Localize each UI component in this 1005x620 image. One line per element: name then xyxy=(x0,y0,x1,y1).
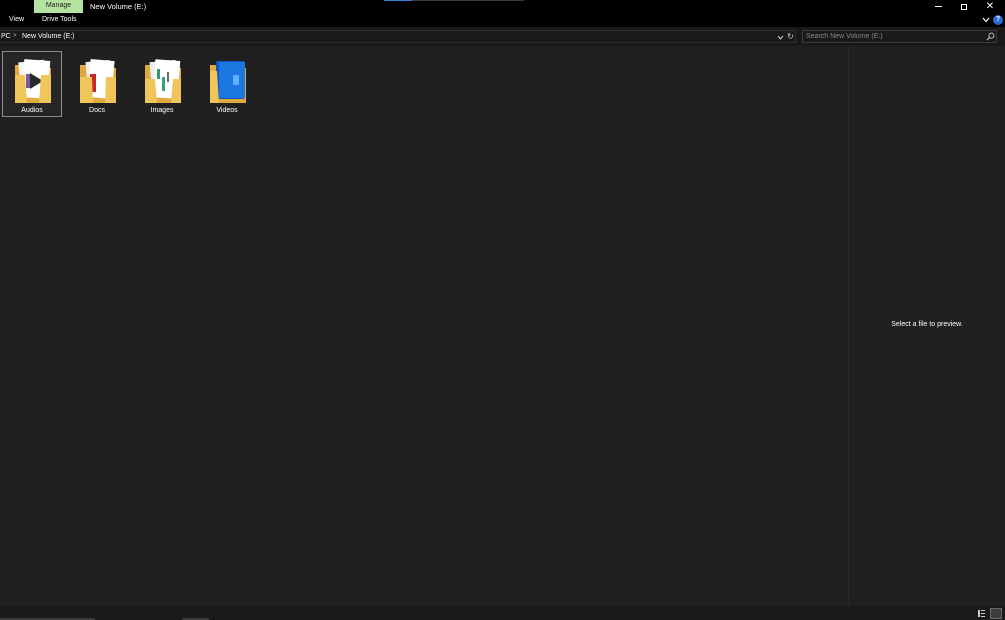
large-icons-view-icon[interactable] xyxy=(990,608,1002,619)
file-list-area[interactable]: Audios Docs Images Videos xyxy=(0,46,848,606)
help-icon[interactable]: ? xyxy=(993,15,1003,25)
folder-videos[interactable]: Videos xyxy=(197,51,257,117)
folder-images-icon xyxy=(145,59,181,103)
title-bar: Manage New Volume (E:) ✕ xyxy=(0,0,1005,13)
breadcrumb-separator-icon[interactable]: > xyxy=(13,31,17,42)
maximize-button[interactable] xyxy=(951,0,977,13)
folder-audios[interactable]: Audios xyxy=(2,51,62,117)
folder-label: Audios xyxy=(21,107,43,114)
chevron-down-icon xyxy=(982,17,989,23)
folder-label: Images xyxy=(150,107,174,114)
folder-label: Docs xyxy=(89,107,105,114)
minimize-icon xyxy=(934,6,942,7)
navigation-row: PC > New Volume (E:) ↻ xyxy=(0,27,1005,46)
search-box[interactable] xyxy=(802,30,997,43)
folder-docs[interactable]: Docs xyxy=(67,51,127,117)
window-title: New Volume (E:) xyxy=(90,2,147,11)
folder-audio-icon xyxy=(15,59,51,103)
folder-videos-icon xyxy=(210,61,246,103)
close-button[interactable]: ✕ xyxy=(977,0,1003,13)
preview-pane: Select a file to preview. xyxy=(849,46,1005,606)
breadcrumb-pc[interactable]: PC xyxy=(1,31,11,42)
maximize-icon xyxy=(961,3,967,10)
search-icon[interactable] xyxy=(986,32,995,41)
minimize-button[interactable] xyxy=(925,0,951,13)
manage-tab[interactable]: Manage xyxy=(34,0,83,13)
folder-label: Videos xyxy=(216,107,238,114)
status-bar xyxy=(0,606,1005,620)
address-bar[interactable]: PC > New Volume (E:) ↻ xyxy=(0,30,796,43)
details-view-icon[interactable] xyxy=(977,609,986,618)
breadcrumb-volume[interactable]: New Volume (E:) xyxy=(22,31,75,42)
preview-message: Select a file to preview. xyxy=(891,321,963,328)
search-input[interactable] xyxy=(806,31,981,42)
folder-images[interactable]: Images xyxy=(132,51,192,117)
tab-view[interactable]: View xyxy=(9,13,24,27)
chevron-down-icon xyxy=(777,35,783,40)
close-icon: ✕ xyxy=(985,1,995,12)
address-dropdown-button[interactable] xyxy=(776,33,784,41)
refresh-icon[interactable]: ↻ xyxy=(786,32,795,41)
expand-ribbon-button[interactable] xyxy=(981,16,990,24)
tab-drive-tools[interactable]: Drive Tools xyxy=(42,13,77,27)
folder-docs-icon xyxy=(80,59,116,103)
quick-access-strip-active xyxy=(384,0,412,1)
ribbon-tabs: View Drive Tools xyxy=(0,13,1005,27)
